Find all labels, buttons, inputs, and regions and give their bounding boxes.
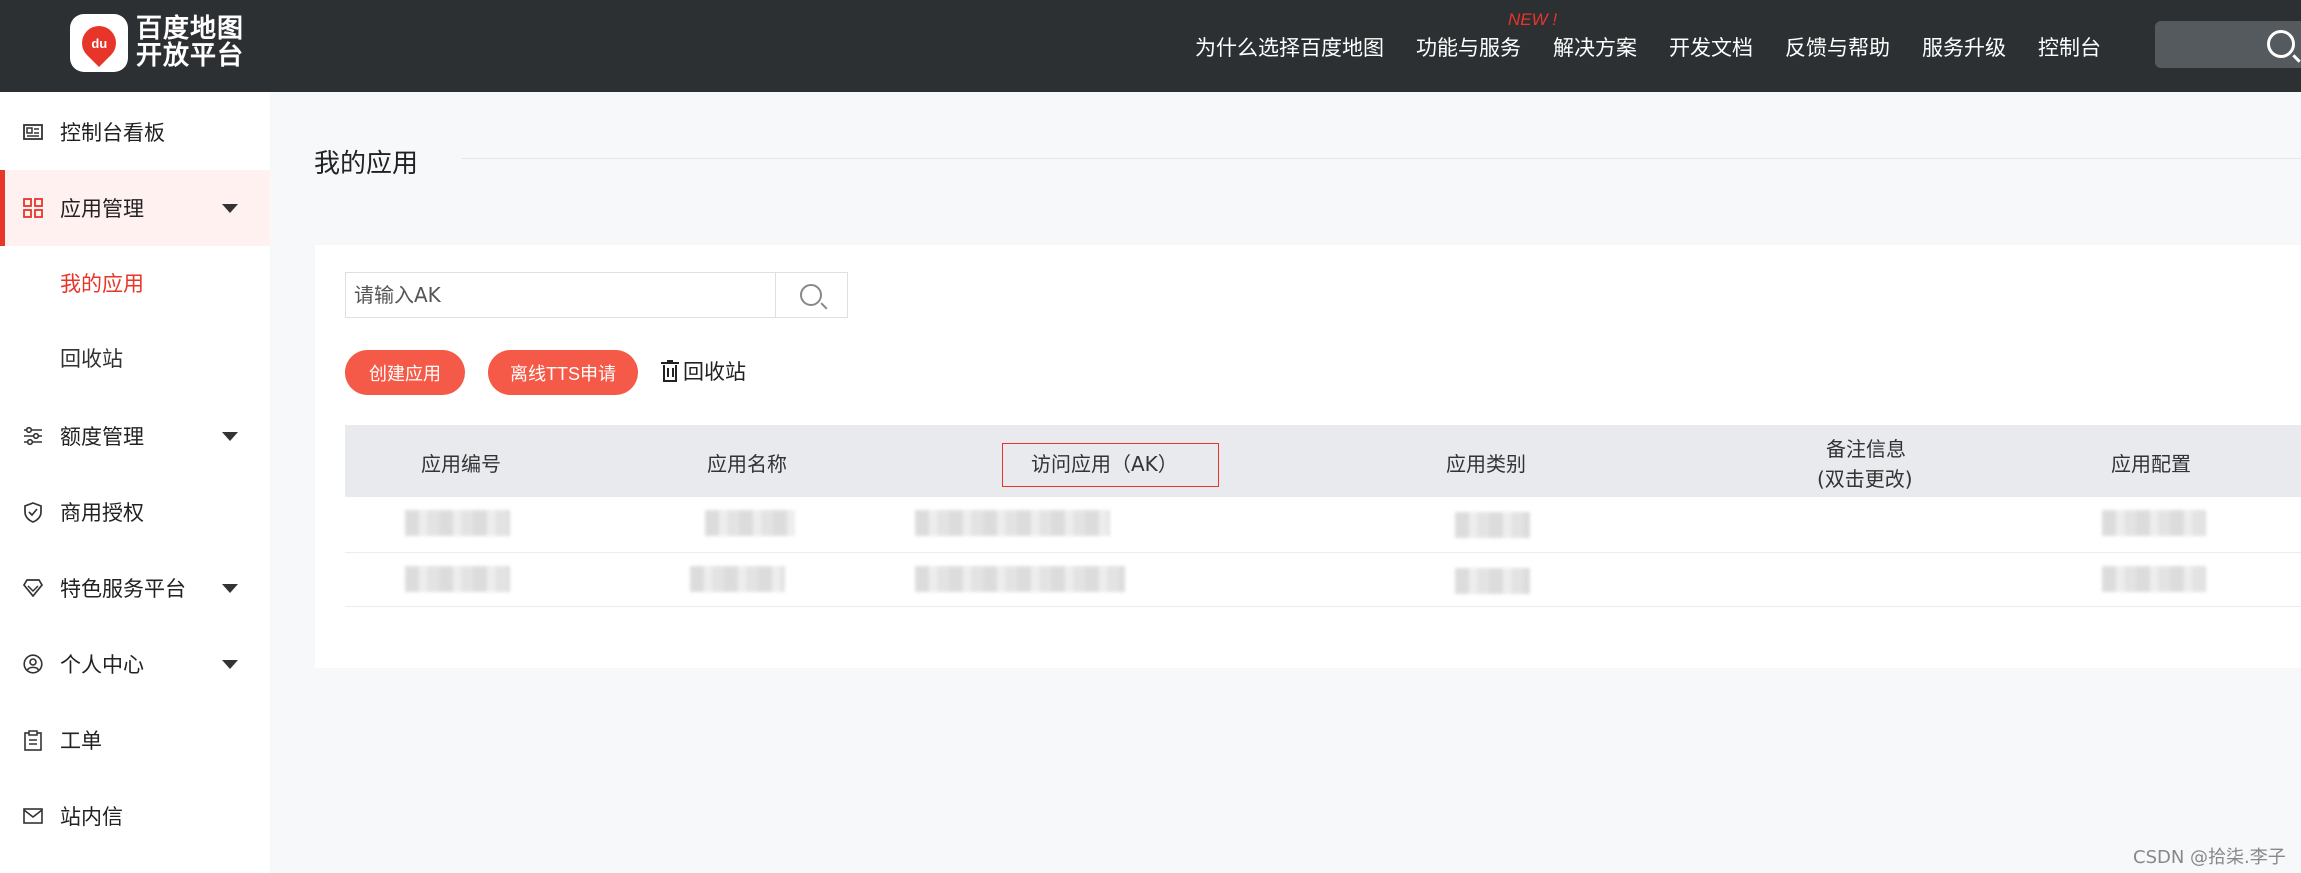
create-app-button[interactable]: 创建应用 [345, 350, 465, 395]
sidebar-item-messages[interactable]: 站内信 [0, 778, 270, 854]
nav-console[interactable]: 控制台 [2038, 32, 2101, 62]
nav-solutions[interactable]: 解决方案 [1553, 32, 1637, 62]
new-badge: NEW ! [1508, 10, 1558, 29]
chevron-down-icon [222, 431, 238, 441]
table-header [345, 425, 2301, 497]
nav-upgrade[interactable]: 服务升级 [1922, 32, 2006, 62]
table-row-2-app-id-redacted [405, 566, 510, 592]
trash-icon [661, 360, 679, 382]
col-app-name: 应用名称 [707, 452, 787, 476]
watermark: CSDN @拾柒.李子 [2133, 847, 2286, 868]
ak-column-highlight-box [1002, 443, 1219, 487]
logo-text: 百度地图 开放平台 [136, 16, 244, 70]
logo-line2: 开放平台 [136, 41, 245, 71]
sidebar-item-label: 站内信 [60, 805, 123, 829]
title-divider [462, 158, 2301, 159]
header-search-box[interactable] [2155, 21, 2301, 68]
ak-search-button[interactable] [775, 272, 848, 318]
sidebar-subitem-my-apps[interactable]: 我的应用 [60, 268, 144, 298]
dashboard-card-icon [22, 121, 44, 143]
grid-icon [22, 197, 44, 219]
ak-search-input[interactable] [345, 272, 775, 318]
chevron-down-icon [222, 203, 238, 213]
sidebar-item-personal-center[interactable]: 个人中心 [0, 626, 270, 702]
col-remarks-hint: (双击更改) [1817, 467, 1913, 491]
table-row-2-category-redacted [1455, 568, 1530, 594]
nav-features-label: 功能与服务 [1416, 36, 1521, 60]
logo-badge-text: du [91, 35, 107, 51]
clipboard-icon [22, 729, 44, 751]
sidebar-item-quota[interactable]: 额度管理 [0, 398, 270, 474]
chevron-down-icon [222, 583, 238, 593]
table-row-1-app-name-redacted [705, 510, 795, 536]
mail-icon [22, 805, 44, 827]
recycle-bin-label: 回收站 [683, 360, 746, 384]
nav-docs[interactable]: 开发文档 [1669, 32, 1753, 62]
top-navbar: du 百度地图 开放平台 为什么选择百度地图 功能与服务 NEW ! 解决方案 … [0, 0, 2301, 92]
search-icon [800, 284, 822, 306]
sidebar: 控制台看板 应用管理 我的应用 回收站 额度管理 商用授权 特色服务平台 个人中… [0, 92, 270, 873]
offline-tts-apply-button[interactable]: 离线TTS申请 [488, 350, 638, 395]
col-app-id: 应用编号 [421, 452, 501, 476]
sidebar-item-app-management[interactable]: 应用管理 [0, 170, 270, 246]
logo-badge: du [70, 14, 128, 72]
sidebar-subitem-recycle-bin[interactable]: 回收站 [60, 343, 123, 373]
sidebar-item-dashboard[interactable]: 控制台看板 [0, 94, 270, 170]
sidebar-item-label: 控制台看板 [60, 121, 165, 145]
map-pin-icon: du [74, 18, 124, 68]
diamond-icon [22, 577, 44, 599]
table-row-1-app-id-redacted [405, 510, 510, 536]
logo-line1: 百度地图 [136, 14, 245, 44]
table-row-divider [345, 552, 2301, 553]
table-row-2-app-name-redacted [690, 566, 785, 592]
shield-check-icon [22, 501, 44, 523]
nav-features-services[interactable]: 功能与服务 NEW ! [1416, 10, 1557, 62]
col-app-config: 应用配置 [2111, 452, 2191, 476]
user-circle-icon [22, 653, 44, 675]
sidebar-item-label: 额度管理 [60, 425, 144, 449]
sidebar-item-label: 应用管理 [60, 197, 144, 221]
search-icon[interactable] [2267, 30, 2295, 58]
sidebar-item-label: 工单 [60, 729, 102, 753]
col-app-category: 应用类别 [1446, 452, 1526, 476]
baidu-map-logo[interactable]: du 百度地图 开放平台 [70, 14, 244, 72]
main-nav: 为什么选择百度地图 功能与服务 NEW ! 解决方案 开发文档 反馈与帮助 服务… [1195, 10, 2133, 62]
recycle-bin-link[interactable]: 回收站 [661, 356, 746, 386]
table-row-1-ak-redacted [915, 510, 1110, 536]
table-row-2-config-redacted[interactable] [2102, 566, 2206, 592]
sidebar-item-label: 商用授权 [60, 501, 144, 525]
table-row-1-config-redacted[interactable] [2102, 510, 2206, 536]
table-row-2-ak-redacted [915, 566, 1125, 592]
sliders-icon [22, 425, 44, 447]
sidebar-item-featured-services[interactable]: 特色服务平台 [0, 550, 270, 626]
sidebar-item-tickets[interactable]: 工单 [0, 702, 270, 778]
nav-feedback[interactable]: 反馈与帮助 [1785, 32, 1890, 62]
table-row-divider [345, 606, 2301, 607]
sidebar-item-commercial-license[interactable]: 商用授权 [0, 474, 270, 550]
sidebar-item-label: 特色服务平台 [60, 577, 186, 601]
sidebar-item-label: 个人中心 [60, 653, 144, 677]
page-title: 我的应用 [314, 149, 419, 179]
col-remarks: 备注信息 [1826, 437, 1906, 461]
table-row-1-category-redacted [1455, 512, 1530, 538]
nav-why-baidu-map[interactable]: 为什么选择百度地图 [1195, 32, 1384, 62]
chevron-down-icon [222, 659, 238, 669]
